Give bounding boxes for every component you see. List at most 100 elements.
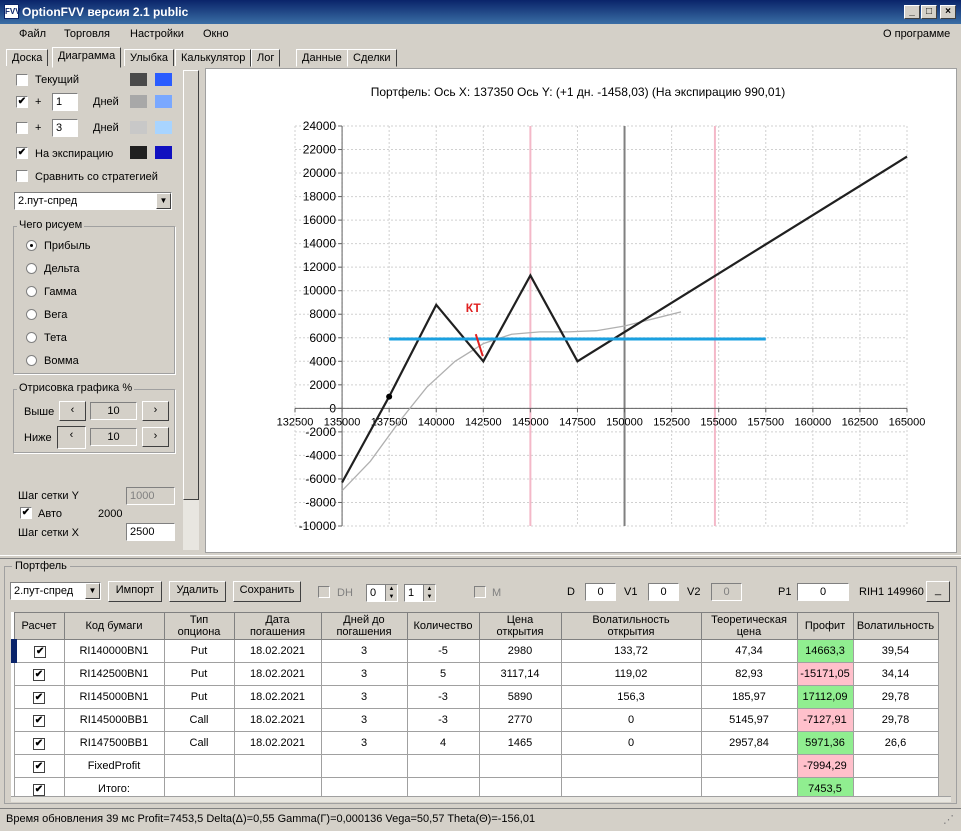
tab-calculator[interactable]: Калькулятор bbox=[175, 49, 252, 67]
menu-file[interactable]: Файл bbox=[19, 28, 46, 40]
tab-data[interactable]: Данные bbox=[296, 49, 348, 67]
maximize-button[interactable]: □ bbox=[921, 5, 937, 19]
above-decrease-button[interactable]: ‹ bbox=[59, 401, 86, 421]
current-checkbox[interactable] bbox=[16, 74, 28, 86]
m-checkbox[interactable] bbox=[474, 586, 486, 598]
calc-checkbox[interactable]: ✔ bbox=[33, 691, 45, 704]
import-button[interactable]: Импорт bbox=[108, 581, 162, 602]
minimize-button[interactable]: _ bbox=[904, 5, 920, 19]
calc-checkbox-cell[interactable]: ✔ bbox=[13, 708, 65, 732]
chevron-down-icon[interactable]: ▼ bbox=[156, 193, 171, 209]
strategy-select[interactable]: 2.пут-спред ▼ bbox=[14, 192, 172, 210]
menu-about[interactable]: О программе bbox=[883, 28, 950, 40]
day1-color2-swatch[interactable] bbox=[155, 95, 172, 108]
spin-arrows-icon[interactable]: ▲ ▼ bbox=[423, 585, 435, 601]
day1-color-swatch[interactable] bbox=[130, 95, 147, 108]
column-header[interactable]: Тип опциона bbox=[163, 612, 235, 640]
expiration-checkbox[interactable]: ✔ bbox=[16, 147, 28, 159]
delete-button[interactable]: Удалить bbox=[169, 581, 226, 602]
column-header[interactable]: Теоретическая цена bbox=[700, 612, 798, 640]
day1-checkbox[interactable]: ✔ bbox=[16, 96, 28, 108]
column-header[interactable]: Волатильность открытия bbox=[560, 612, 702, 640]
p1-input[interactable]: 0 bbox=[797, 583, 849, 601]
radio-profit[interactable] bbox=[26, 240, 37, 251]
scrollbar-thumb[interactable] bbox=[183, 70, 199, 500]
menu-settings[interactable]: Настройки bbox=[130, 28, 184, 40]
save-button[interactable]: Сохранить bbox=[233, 581, 301, 602]
app-icon: FVV bbox=[4, 4, 21, 19]
radio-gamma[interactable] bbox=[26, 286, 37, 297]
table-cell: 5 bbox=[406, 662, 480, 686]
column-header[interactable]: Количество bbox=[406, 612, 480, 640]
tab-log[interactable]: Лог bbox=[251, 49, 281, 67]
calc-checkbox[interactable]: ✔ bbox=[33, 783, 45, 796]
table-row[interactable]: ✔ RI140000BN1 Put 18.02.2021 3 -5 2980 133,72 47… bbox=[11, 639, 939, 663]
expiration-color-swatch[interactable] bbox=[130, 146, 147, 159]
below-decrease-button[interactable]: ‹ bbox=[57, 426, 86, 449]
dh-spin-a[interactable]: 0 ▲ ▼ bbox=[366, 584, 398, 602]
grid-y-input[interactable]: 1000 bbox=[126, 487, 175, 505]
expiration-color2-swatch[interactable] bbox=[155, 146, 172, 159]
column-header[interactable]: Цена открытия bbox=[478, 612, 562, 640]
menu-trade[interactable]: Торговля bbox=[64, 28, 110, 40]
radio-theta[interactable] bbox=[26, 332, 37, 343]
calc-checkbox-cell[interactable]: ✔ bbox=[13, 731, 65, 755]
d-input[interactable]: 0 bbox=[585, 583, 616, 601]
day3-checkbox[interactable] bbox=[16, 122, 28, 134]
chevron-down-icon[interactable]: ▼ bbox=[85, 583, 100, 599]
chart-area[interactable]: Портфель: Ось X: 137350 Ось Y: (+1 дн. -… bbox=[205, 68, 957, 553]
calc-checkbox-cell[interactable]: ✔ bbox=[13, 685, 65, 709]
column-header[interactable]: Дата погашения bbox=[233, 612, 322, 640]
day3-color2-swatch[interactable] bbox=[155, 121, 172, 134]
column-header[interactable]: Волатильность bbox=[852, 612, 939, 640]
table-cell: RI142500BN1 bbox=[63, 662, 165, 686]
v2-input[interactable]: 0 bbox=[711, 583, 742, 601]
table-row[interactable]: ✔ RI147500BB1 Call 18.02.2021 3 4 1465 0 2957,84… bbox=[13, 731, 939, 755]
calc-checkbox[interactable]: ✔ bbox=[33, 714, 45, 727]
current-color2-swatch[interactable] bbox=[155, 73, 172, 86]
radio-vomma[interactable] bbox=[26, 355, 37, 366]
menu-window[interactable]: Окно bbox=[203, 28, 229, 40]
portfolio-strategy-select[interactable]: 2.пут-спред ▼ bbox=[10, 582, 101, 600]
resize-grip-icon[interactable]: ⋰ bbox=[943, 813, 954, 826]
column-header[interactable]: Расчет bbox=[13, 612, 65, 640]
calc-checkbox-cell[interactable]: ✔ bbox=[13, 662, 65, 686]
column-header[interactable]: Код бумаги bbox=[63, 612, 165, 640]
compare-checkbox[interactable] bbox=[16, 170, 28, 182]
calc-checkbox[interactable]: ✔ bbox=[33, 737, 45, 750]
table-row[interactable]: ✔ RI145000BB1 Call 18.02.2021 3 -3 2770 0 5145,9… bbox=[13, 708, 939, 732]
calc-checkbox[interactable]: ✔ bbox=[34, 645, 47, 658]
auto-checkbox[interactable]: ✔ bbox=[20, 507, 32, 519]
calc-checkbox-cell[interactable]: ✔ bbox=[11, 639, 65, 663]
splitter[interactable] bbox=[0, 555, 961, 559]
day1-input[interactable]: 1 bbox=[52, 93, 78, 111]
tab-board[interactable]: Доска bbox=[6, 49, 49, 67]
table-row[interactable]: ✔ RI142500BN1 Put 18.02.2021 3 5 3117,14 119,02… bbox=[13, 662, 939, 686]
calc-checkbox[interactable]: ✔ bbox=[33, 668, 45, 681]
column-header[interactable]: Профит bbox=[796, 612, 854, 640]
above-increase-button[interactable]: › bbox=[142, 401, 169, 421]
below-increase-button[interactable]: › bbox=[142, 427, 169, 447]
table-row[interactable]: ✔ RI145000BN1 Put 18.02.2021 3 -3 5890 156,3 185… bbox=[13, 685, 939, 709]
close-button[interactable]: × bbox=[940, 5, 956, 19]
grid-x-input[interactable]: 2500 bbox=[126, 523, 175, 541]
dh-spin-b[interactable]: 1 ▲ ▼ bbox=[404, 584, 436, 602]
radio-vega[interactable] bbox=[26, 309, 37, 320]
tab-deals[interactable]: Сделки bbox=[347, 49, 397, 67]
tab-diagram[interactable]: Диаграмма bbox=[52, 47, 122, 68]
day3-color-swatch[interactable] bbox=[130, 121, 147, 134]
dh-checkbox[interactable] bbox=[318, 586, 330, 598]
day3-input[interactable]: 3 bbox=[52, 119, 78, 137]
v1-input[interactable]: 0 bbox=[648, 583, 679, 601]
tab-smile[interactable]: Улыбка bbox=[124, 49, 175, 67]
column-header[interactable]: Дней до погашения bbox=[320, 612, 408, 640]
left-panel-scrollbar[interactable] bbox=[183, 70, 199, 550]
current-color-swatch[interactable] bbox=[130, 73, 147, 86]
calc-checkbox[interactable]: ✔ bbox=[33, 760, 45, 773]
table-scrollbar[interactable] bbox=[11, 796, 951, 802]
spin-arrows-icon[interactable]: ▲ ▼ bbox=[385, 585, 397, 601]
table-row[interactable]: ✔ FixedProfit -7994,29 bbox=[13, 754, 939, 778]
radio-delta[interactable] bbox=[26, 263, 37, 274]
calc-checkbox-cell[interactable]: ✔ bbox=[13, 754, 65, 778]
ticker-button[interactable]: _ bbox=[926, 581, 950, 602]
